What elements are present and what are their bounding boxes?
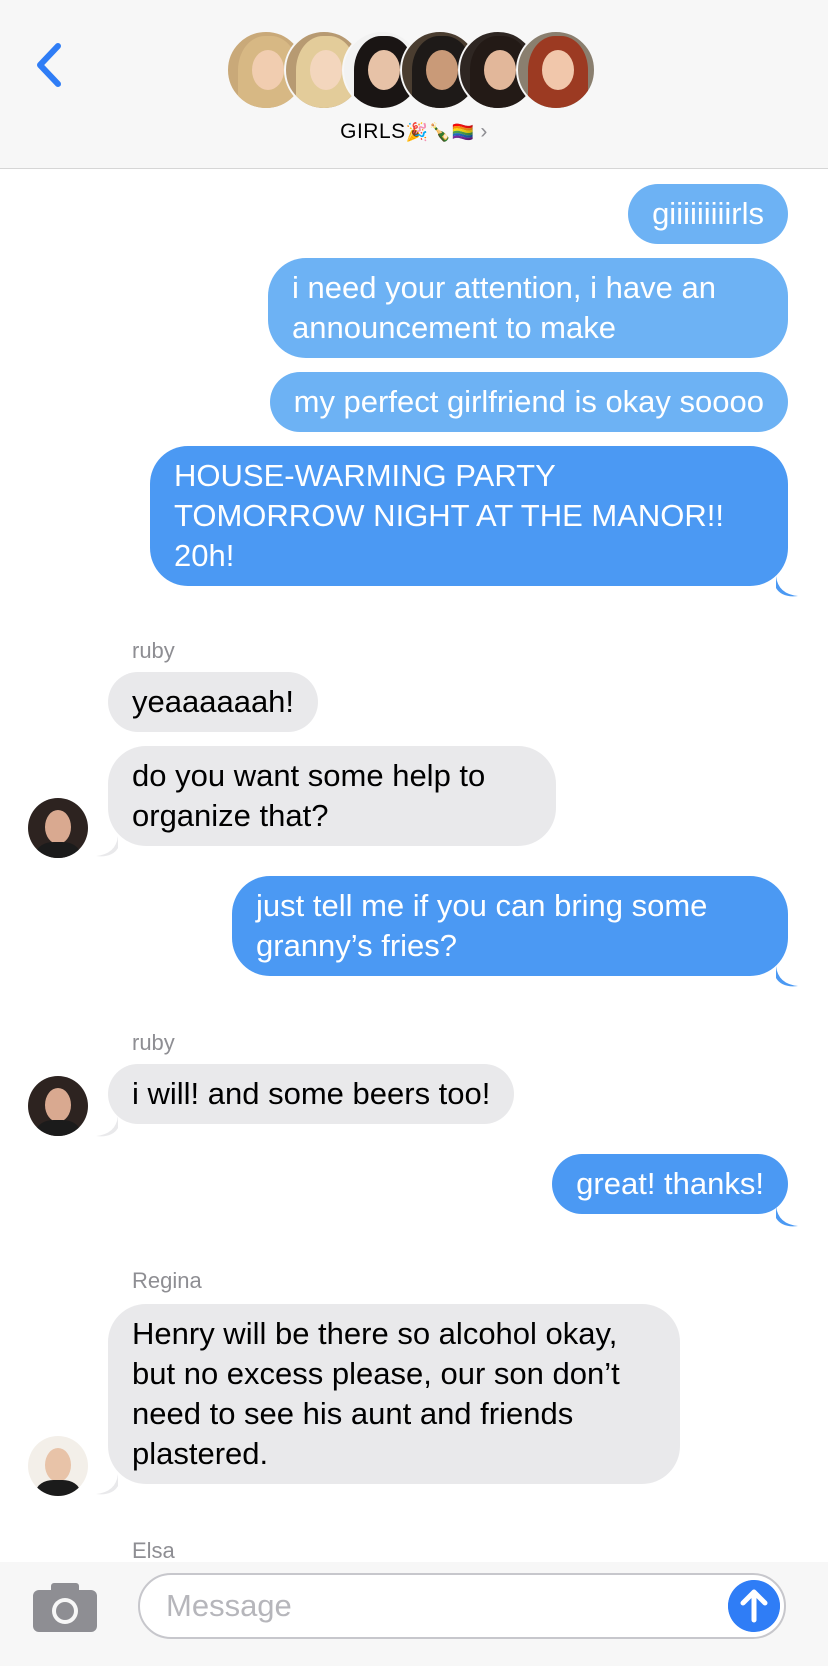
compose-bar — [0, 1562, 828, 1666]
bubble-tail — [96, 1474, 118, 1495]
back-chevron-icon[interactable] — [30, 40, 70, 90]
conversation-header: GIRLS🎉🍾🏳️‍🌈 › — [0, 0, 828, 169]
bubble-tail — [776, 1206, 798, 1227]
bubble-tail — [96, 836, 118, 857]
sender-name: ruby — [132, 1030, 175, 1055]
outgoing-message[interactable]: HOUSE-WARMING PARTY TOMORROW NIGHT AT TH… — [150, 446, 788, 586]
camera-icon[interactable] — [33, 1582, 97, 1632]
group-avatars[interactable] — [226, 30, 606, 112]
message-line: TOMORROW NIGHT AT THE MANOR!! — [174, 498, 724, 533]
incoming-message[interactable]: yeaaaaaah! — [108, 672, 319, 732]
outgoing-message[interactable]: giiiiiiiiirls — [628, 184, 788, 244]
outgoing-message[interactable]: my perfect girlfriend is okay soooo — [269, 372, 788, 432]
sender-name: Elsa — [132, 1538, 175, 1563]
sender-avatar[interactable] — [28, 1436, 88, 1496]
message-input[interactable] — [138, 1573, 786, 1639]
message-line: HOUSE-WARMING PARTY — [174, 458, 556, 493]
incoming-message[interactable]: do you want some help to organize that? — [108, 746, 556, 846]
bubble-tail — [776, 966, 798, 987]
incoming-message[interactable]: Henry will be there so alcohol okay, but… — [108, 1304, 680, 1484]
group-name-link[interactable]: GIRLS🎉🍾🏳️‍🌈 › — [0, 120, 828, 144]
message-line: 20h! — [174, 538, 235, 573]
chevron-right-icon: › — [480, 120, 488, 143]
outgoing-message[interactable]: great! thanks! — [552, 1154, 788, 1214]
bubble-tail — [96, 1116, 118, 1137]
outgoing-message[interactable]: i need your attention, i have an announc… — [268, 258, 788, 358]
sender-avatar[interactable] — [28, 798, 88, 858]
sender-name: Regina — [132, 1268, 202, 1293]
bubble-tail — [776, 576, 798, 597]
sender-name: ruby — [132, 638, 175, 663]
incoming-message[interactable]: i will! and some beers too! — [108, 1064, 515, 1124]
group-name: GIRLS — [340, 120, 406, 143]
outgoing-message[interactable]: just tell me if you can bring some grann… — [232, 876, 788, 976]
send-arrow-icon[interactable] — [728, 1580, 780, 1632]
group-emojis: 🎉🍾🏳️‍🌈 — [405, 122, 475, 142]
participant-avatar — [516, 30, 596, 110]
sender-avatar[interactable] — [28, 1076, 88, 1136]
